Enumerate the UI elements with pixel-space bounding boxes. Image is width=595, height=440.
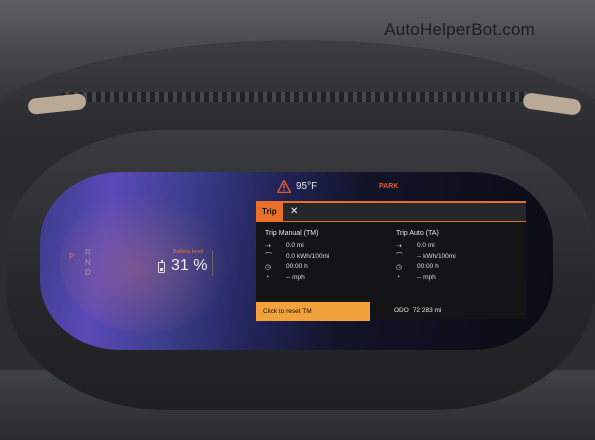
trip-auto-energy-row: ⌒ -- kWh/100mi — [396, 252, 456, 263]
trip-panel: Trip ✕ Trip Manual (TM) ⇢ 0.0 mi ⌒ 0.0 k… — [256, 201, 526, 321]
speedometer-icon: ◔ — [396, 274, 401, 281]
odometer-label: ODO — [394, 307, 409, 314]
warning-triangle-icon — [277, 180, 291, 193]
trip-manual-time-row: ◷ 00:00 h — [265, 262, 318, 273]
distance-icon: ⇢ — [265, 242, 271, 250]
park-indicator: PARK — [379, 183, 399, 190]
odometer: ODO 72 283 mi — [394, 307, 445, 314]
divider — [212, 250, 213, 276]
trip-panel-header: Trip ✕ — [256, 203, 526, 222]
close-icon[interactable]: ✕ — [290, 206, 298, 218]
trip-auto-time: 00:00 h — [417, 263, 439, 270]
clock-icon: ◷ — [265, 263, 272, 271]
trip-manual-speed: -- mph — [286, 273, 305, 281]
odometer-value: 72 283 mi — [412, 307, 442, 314]
trip-auto-distance: 0.0 mi — [417, 242, 435, 249]
speedometer-icon: ◔ — [265, 274, 270, 281]
clock-icon: ◷ — [396, 263, 403, 271]
trip-manual-distance: 0.0 mi — [286, 242, 304, 249]
distance-icon: ⇢ — [396, 242, 402, 250]
trip-manual-time: 00:00 h — [286, 263, 308, 270]
dashboard-vent — [60, 92, 530, 102]
trip-auto-speed-row: ◔ -- mph — [396, 273, 439, 284]
tab-trip[interactable]: Trip — [256, 203, 283, 221]
trip-auto-distance-row: ⇢ 0.0 mi — [396, 241, 439, 252]
trip-auto-title: Trip Auto (TA) — [396, 230, 439, 237]
battery-label: Battery level — [173, 249, 204, 255]
trip-manual-energy-row: ⌒ 0.0 kWh/100mi — [265, 252, 329, 263]
gear-r: R — [85, 248, 91, 257]
trip-manual-column: Trip Manual (TM) ⇢ 0.0 mi ⌒ 0.0 kWh/100m… — [265, 230, 329, 284]
trip-auto-time-row: ◷ 00:00 h — [396, 262, 439, 273]
gear-d: D — [85, 268, 91, 277]
energy-chart-icon: ⌒ — [396, 253, 403, 260]
trip-auto-energy: -- kWh/100mi — [417, 252, 456, 260]
trip-auto-speed: -- mph — [417, 273, 436, 281]
battery-level: 31 % — [171, 257, 208, 274]
trip-manual-speed-row: ◔ -- mph — [265, 273, 318, 284]
gear-p: P — [69, 252, 75, 261]
gear-n: N — [85, 258, 91, 267]
battery-icon — [158, 260, 165, 273]
energy-chart-icon: ⌒ — [265, 253, 272, 260]
outside-temperature: 95°F — [296, 181, 318, 192]
instrument-cluster-screen: 95°F PARK P R N D Battery level 31 % Tri… — [40, 172, 553, 350]
trip-manual-distance-row: ⇢ 0.0 mi — [265, 241, 318, 252]
trip-manual-title: Trip Manual (TM) — [265, 230, 319, 237]
trip-auto-column: Trip Auto (TA) ⇢ 0.0 mi ⌒ -- kWh/100mi ◷… — [396, 230, 456, 284]
watermark: AutoHelperBot.com — [384, 20, 535, 39]
reset-trip-manual-button[interactable]: Click to reset TM — [256, 302, 370, 321]
trip-manual-energy: 0.0 kWh/100mi — [286, 252, 330, 260]
